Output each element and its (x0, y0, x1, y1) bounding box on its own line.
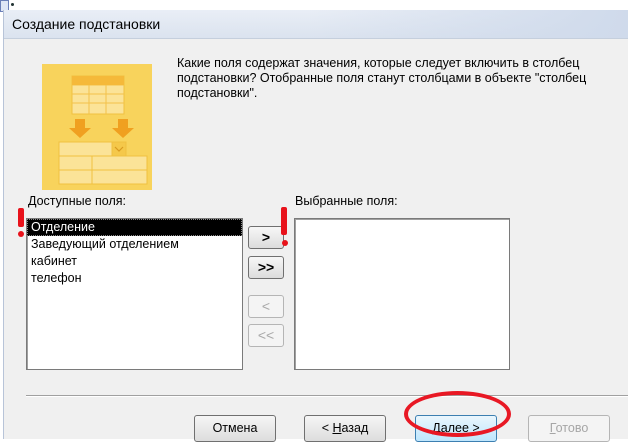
footer-separator (26, 395, 628, 397)
remove-field-button[interactable]: < (248, 295, 284, 318)
lookup-illustration-icon (42, 64, 152, 190)
selected-fields-label: Выбранные поля: (295, 194, 398, 208)
annotation-mark (281, 207, 287, 235)
annotation-ellipse (404, 391, 511, 437)
corner-dot (11, 3, 14, 6)
annotation-dot (18, 231, 24, 237)
finish-button[interactable]: Готово (528, 415, 610, 442)
back-label-rest: азад (341, 421, 369, 435)
annotation-dot (282, 240, 288, 246)
finish-label-rest: отово (555, 421, 589, 435)
window-title: Создание подстановки (12, 16, 161, 32)
back-label-prefix: < (321, 421, 333, 435)
list-item[interactable]: Заведующий отделением (27, 236, 242, 253)
lookup-wizard-dialog: Создание подстановки Какие поля содержат… (3, 10, 628, 442)
list-item[interactable]: Отделение (27, 219, 242, 236)
back-hotkey: Н (332, 421, 342, 435)
add-field-button[interactable]: > (248, 226, 284, 249)
add-all-fields-button[interactable]: >> (248, 256, 284, 279)
annotation-mark (18, 208, 24, 227)
remove-all-fields-button[interactable]: << (248, 324, 284, 347)
selected-fields-list[interactable] (294, 218, 510, 370)
cancel-label: Отмена (212, 421, 258, 435)
title-bar-gradient (308, 10, 628, 38)
wizard-instructions: Какие поля содержат значения, которые сл… (177, 56, 587, 100)
back-button[interactable]: < Назад (304, 415, 386, 442)
cancel-button[interactable]: Отмена (194, 415, 276, 442)
title-bar: Создание подстановки (4, 10, 628, 39)
list-item[interactable]: кабинет (27, 253, 242, 270)
available-fields-list[interactable]: Отделение Заведующий отделением кабинет … (26, 218, 243, 370)
list-item[interactable]: телефон (27, 270, 242, 287)
available-fields-label: Доступные поля: (28, 194, 126, 208)
